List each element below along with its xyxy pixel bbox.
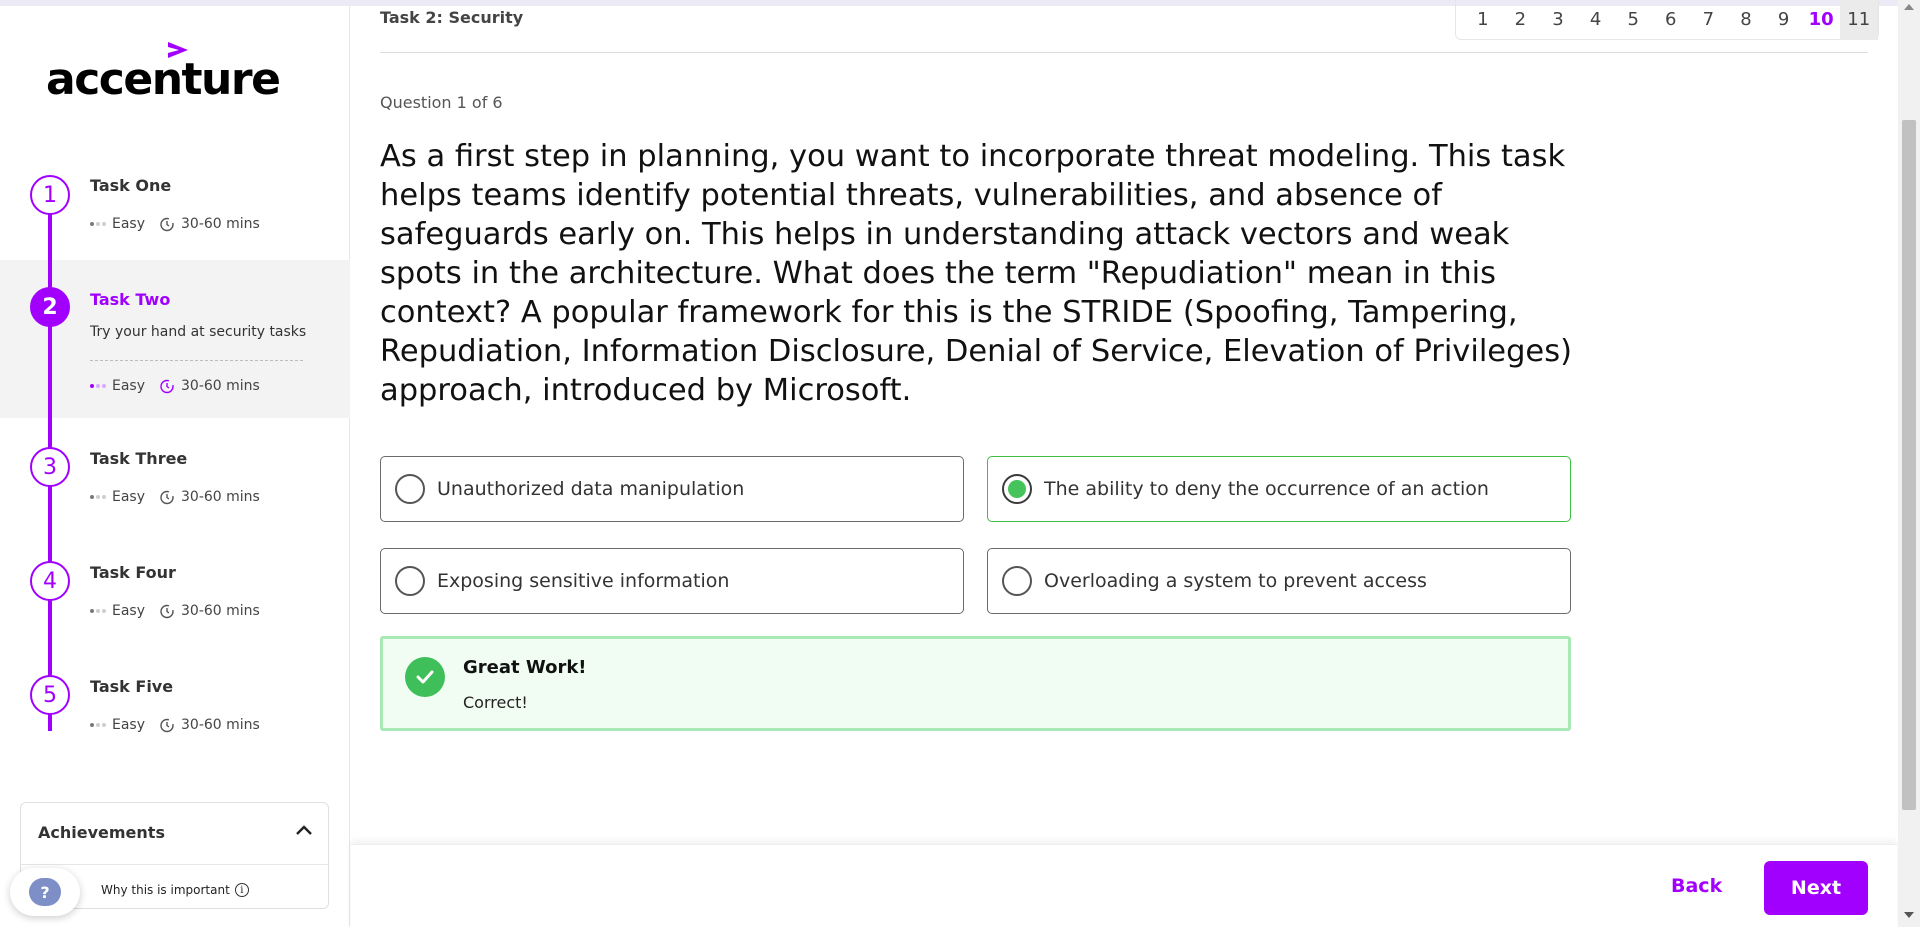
answer-option-4[interactable]: Overloading a system to prevent access bbox=[987, 548, 1571, 614]
logo-wordmark: accenture bbox=[46, 54, 281, 105]
next-button[interactable]: Next bbox=[1764, 861, 1868, 915]
duration-label: 30-60 mins bbox=[181, 603, 260, 619]
footer-bar: Back Next bbox=[351, 844, 1897, 927]
scroll-up-arrow-icon[interactable] bbox=[1904, 4, 1914, 10]
feedback-title: Great Work! bbox=[463, 657, 587, 678]
page-link-8[interactable]: 8 bbox=[1727, 0, 1765, 40]
answer-label: The ability to deny the occurrence of an… bbox=[1044, 478, 1489, 500]
task-number-badge: 1 bbox=[30, 175, 70, 215]
feedback-banner: Great Work! Correct! bbox=[380, 636, 1571, 731]
task-meta: Easy 30-60 mins bbox=[90, 378, 260, 394]
answer-option-2-selected[interactable]: The ability to deny the occurrence of an… bbox=[987, 456, 1571, 522]
page-link-3[interactable]: 3 bbox=[1539, 0, 1577, 40]
page-link-1[interactable]: 1 bbox=[1464, 0, 1502, 40]
page-link-4[interactable]: 4 bbox=[1577, 0, 1615, 40]
task-meta: Easy 30-60 mins bbox=[90, 717, 260, 733]
difficulty-dots-icon bbox=[90, 495, 106, 499]
vertical-scrollbar[interactable] bbox=[1898, 0, 1920, 927]
task-meta: Easy 30-60 mins bbox=[90, 489, 260, 505]
why-important-label: Why this is important bbox=[101, 883, 230, 897]
duration-label: 30-60 mins bbox=[181, 216, 260, 232]
sidebar-task-two[interactable]: 2 Task Two Try your hand at security tas… bbox=[0, 260, 350, 418]
radio-button[interactable] bbox=[395, 566, 425, 596]
sidebar-task-four[interactable]: 4 Task Four Easy 30-60 mins bbox=[0, 545, 350, 645]
why-important-link[interactable]: Why this is important i bbox=[101, 883, 249, 897]
radio-button[interactable] bbox=[395, 474, 425, 504]
duration-label: 30-60 mins bbox=[181, 378, 260, 394]
answer-label: Unauthorized data manipulation bbox=[437, 478, 745, 500]
sidebar-task-five[interactable]: 5 Task Five Easy 30-60 mins bbox=[0, 659, 350, 759]
question-counter: Question 1 of 6 bbox=[380, 93, 503, 112]
answer-label: Exposing sensitive information bbox=[437, 570, 730, 592]
difficulty-label: Easy bbox=[112, 378, 146, 394]
page-navigator: 1 2 3 4 5 6 7 8 9 10 11 bbox=[1455, 0, 1879, 40]
task-meta: Easy 30-60 mins bbox=[90, 603, 260, 619]
scroll-thumb[interactable] bbox=[1902, 120, 1916, 810]
difficulty-dots-icon bbox=[90, 723, 106, 727]
help-icon: ? bbox=[29, 878, 61, 906]
task-title: Task One bbox=[90, 176, 172, 195]
page-link-9[interactable]: 9 bbox=[1765, 0, 1803, 40]
timer-icon bbox=[160, 490, 174, 505]
sidebar-task-one[interactable]: 1 Task One Easy 30-60 mins bbox=[0, 156, 350, 256]
timer-icon bbox=[160, 217, 174, 232]
task-title: Task Five bbox=[90, 677, 174, 696]
back-button[interactable]: Back bbox=[1671, 875, 1722, 897]
task-number-badge: 4 bbox=[30, 561, 70, 601]
checkmark-icon bbox=[405, 657, 445, 697]
difficulty-dots-icon bbox=[90, 222, 106, 226]
difficulty-dots-icon bbox=[90, 609, 106, 613]
page-link-11[interactable]: 11 bbox=[1839, 0, 1878, 40]
difficulty-dots-icon bbox=[90, 384, 106, 388]
achievements-title: Achievements bbox=[38, 823, 165, 842]
page-title: Task 2: Security bbox=[380, 8, 524, 27]
task-meta: Easy 30-60 mins bbox=[90, 216, 260, 232]
radio-button[interactable] bbox=[1002, 566, 1032, 596]
page-link-6[interactable]: 6 bbox=[1652, 0, 1690, 40]
achievements-header[interactable]: Achievements bbox=[21, 803, 328, 865]
task-title: Task Four bbox=[90, 563, 176, 582]
answer-option-1[interactable]: Unauthorized data manipulation bbox=[380, 456, 964, 522]
page-link-5[interactable]: 5 bbox=[1614, 0, 1652, 40]
difficulty-label: Easy bbox=[112, 216, 146, 232]
page-link-10-current[interactable]: 10 bbox=[1802, 0, 1840, 40]
task-number-badge: 2 bbox=[30, 287, 70, 327]
page-link-7[interactable]: 7 bbox=[1690, 0, 1728, 40]
scroll-down-arrow-icon[interactable] bbox=[1904, 912, 1914, 918]
task-number-badge: 5 bbox=[30, 675, 70, 715]
sidebar: accenture 1 Task One Easy 30-60 mins 2 T… bbox=[0, 6, 350, 927]
timer-icon bbox=[160, 718, 174, 733]
difficulty-label: Easy bbox=[112, 717, 146, 733]
answer-option-3[interactable]: Exposing sensitive information bbox=[380, 548, 964, 614]
sidebar-task-three[interactable]: 3 Task Three Easy 30-60 mins bbox=[0, 431, 350, 531]
timer-icon bbox=[160, 604, 174, 619]
task-subtitle: Try your hand at security tasks bbox=[90, 324, 307, 340]
accenture-logo[interactable]: accenture bbox=[46, 40, 281, 110]
answer-label: Overloading a system to prevent access bbox=[1044, 570, 1427, 592]
duration-label: 30-60 mins bbox=[181, 489, 260, 505]
task-title: Task Three bbox=[90, 449, 188, 468]
timer-icon bbox=[160, 379, 174, 394]
page-link-2[interactable]: 2 bbox=[1502, 0, 1540, 40]
task-title: Task Two bbox=[90, 290, 171, 309]
difficulty-label: Easy bbox=[112, 603, 146, 619]
main-content: Task 2: Security 1 2 3 4 5 6 7 8 9 10 11… bbox=[351, 0, 1897, 927]
feedback-message: Correct! bbox=[463, 693, 528, 712]
help-button[interactable]: ? bbox=[10, 868, 80, 916]
task-divider bbox=[90, 360, 303, 361]
radio-button-selected[interactable] bbox=[1002, 474, 1032, 504]
info-icon: i bbox=[234, 883, 249, 897]
duration-label: 30-60 mins bbox=[181, 717, 260, 733]
header-divider bbox=[380, 52, 1868, 53]
task-number-badge: 3 bbox=[30, 447, 70, 487]
chevron-up-icon[interactable] bbox=[294, 821, 314, 841]
question-text: As a first step in planning, you want to… bbox=[380, 139, 1572, 408]
difficulty-label: Easy bbox=[112, 489, 146, 505]
